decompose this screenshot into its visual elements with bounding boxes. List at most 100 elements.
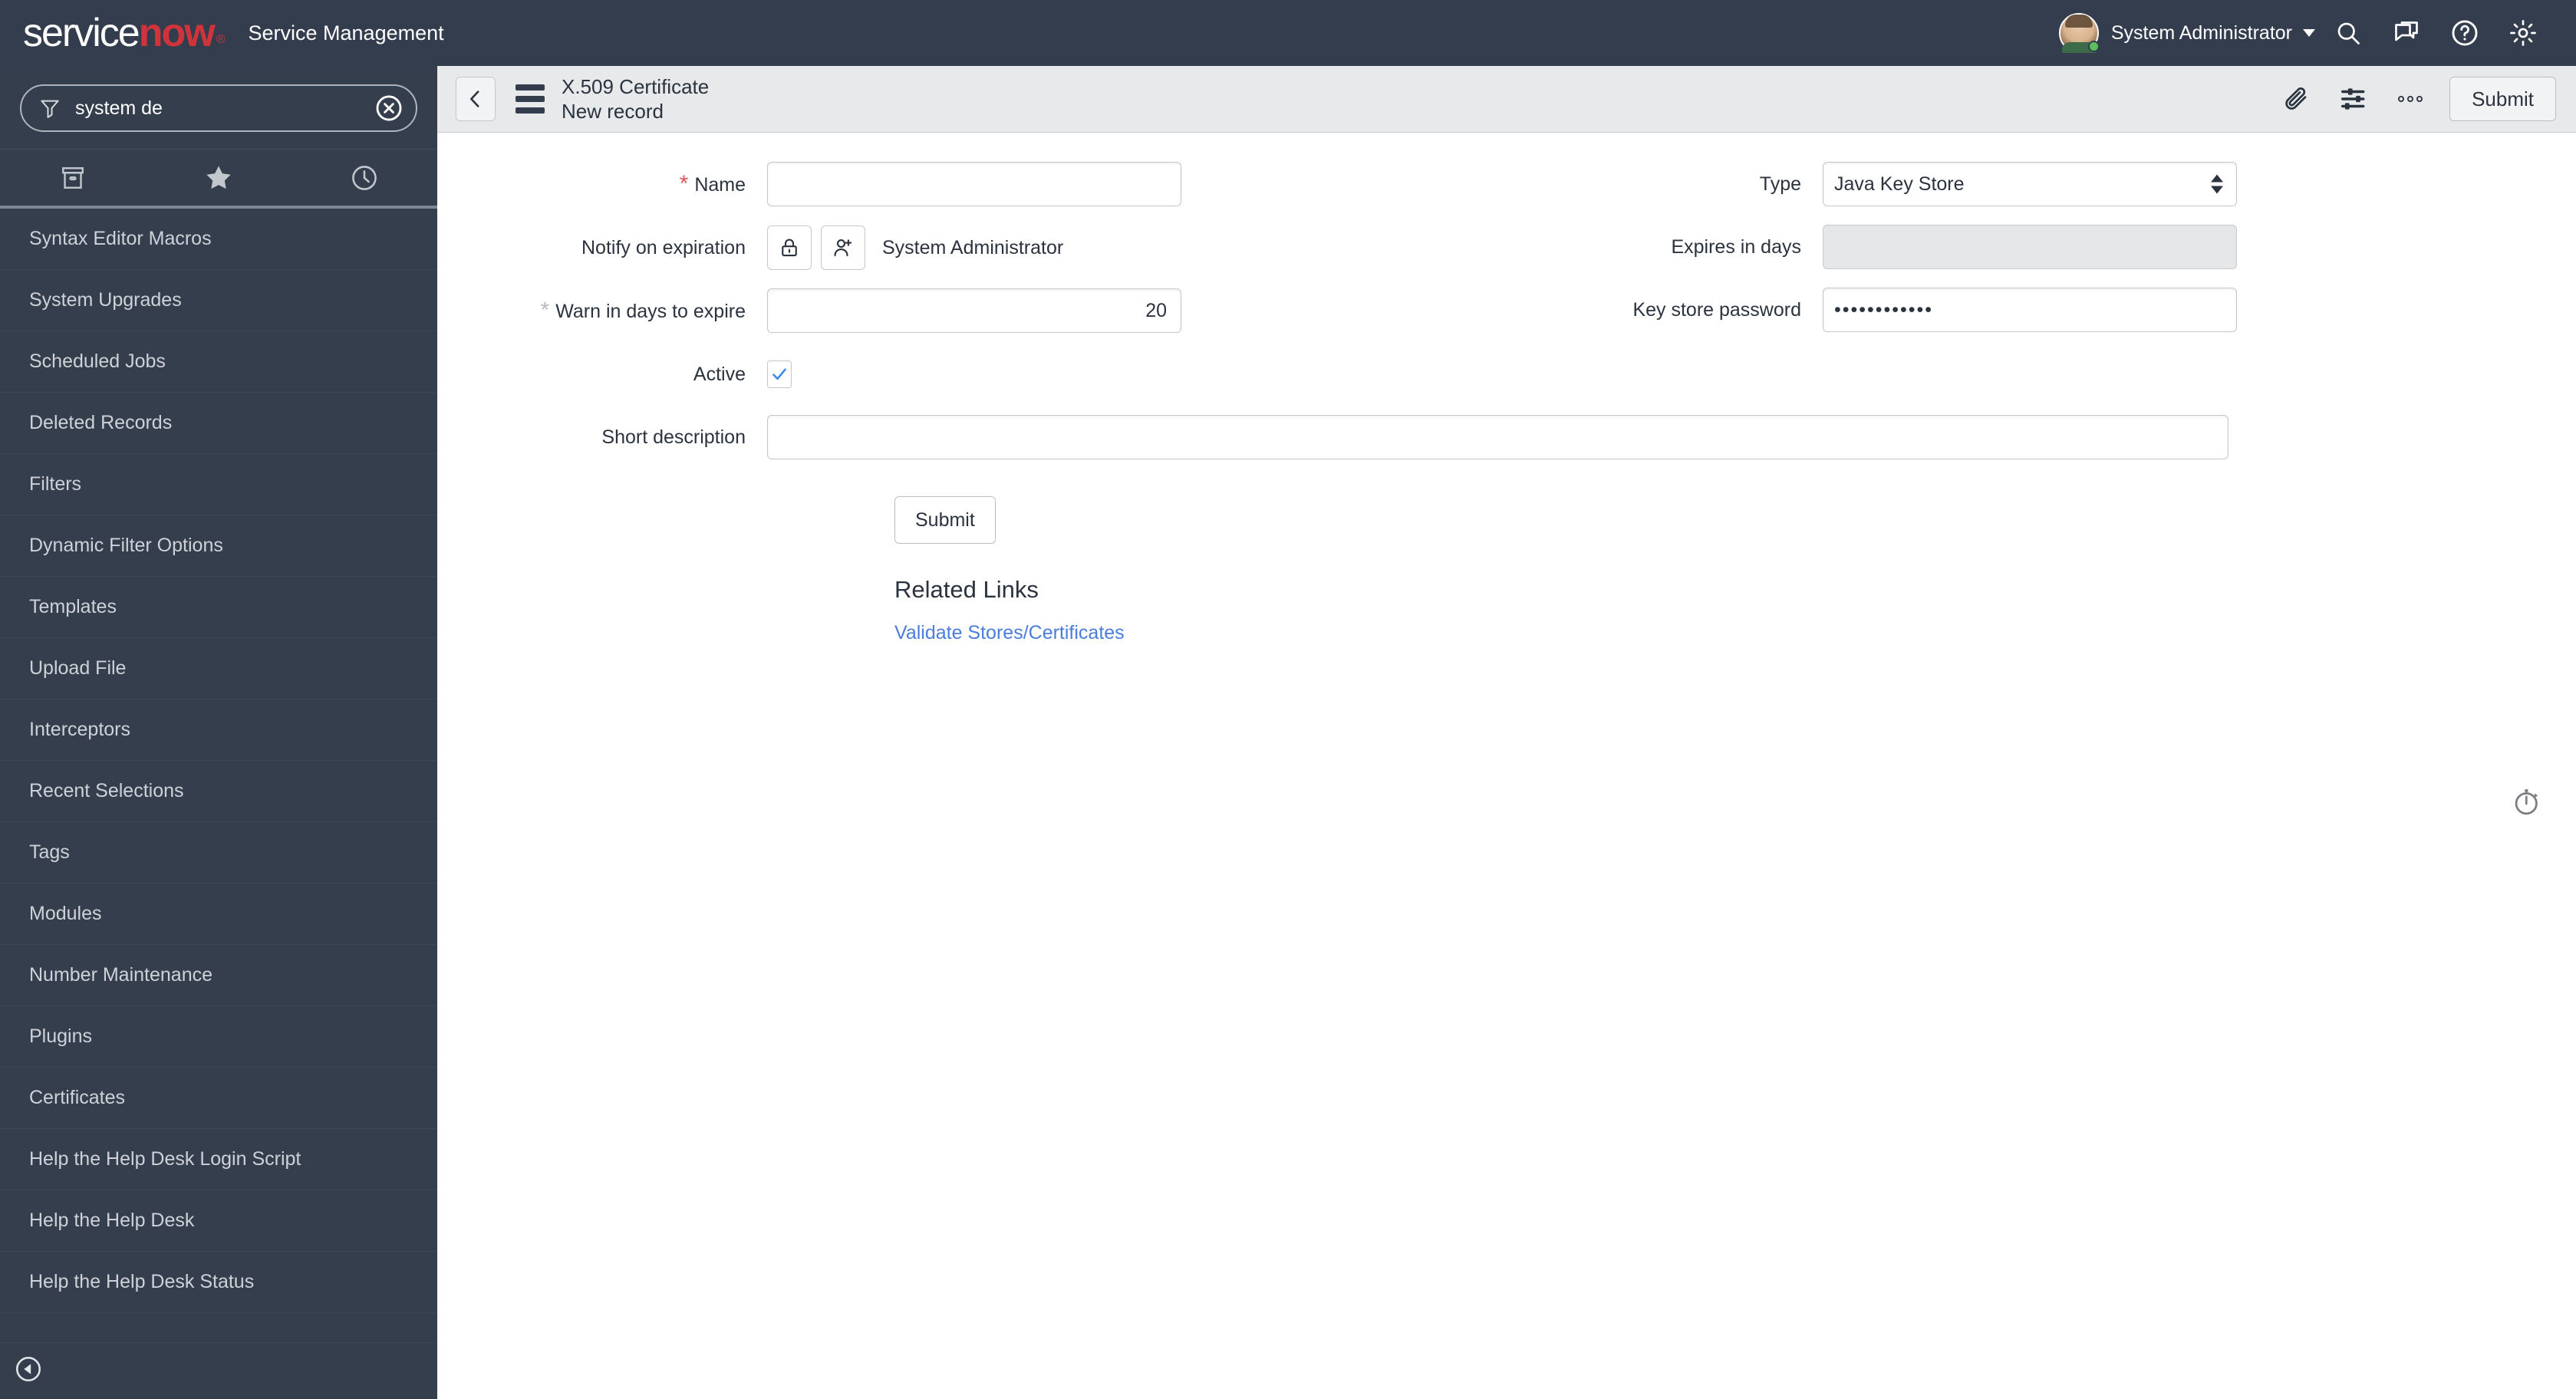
collapse-left-icon[interactable] [14, 1355, 43, 1387]
notify-reference-row: System Administrator [767, 225, 1493, 270]
field-label-type: Type [1759, 173, 1801, 195]
field-notify-on-expiration: Notify on expiration System Administrato… [437, 225, 1493, 270]
sidebar-item-system-upgrades[interactable]: System Upgrades [0, 270, 437, 331]
back-button[interactable] [456, 77, 496, 121]
sidebar-item-label: Help the Help Desk Status [29, 1271, 255, 1292]
sidebar-item-label: Interceptors [29, 719, 131, 740]
banner-actions: System Administrator [2058, 8, 2548, 58]
sidebar-item-modules[interactable]: Modules [0, 884, 437, 945]
field-name: * Name [437, 162, 1493, 207]
field-active: Active [437, 352, 1493, 397]
tab-all[interactable] [0, 150, 146, 206]
sidebar-item-number-maintenance[interactable]: Number Maintenance [0, 945, 437, 1006]
avatar[interactable] [2058, 13, 2100, 53]
sidebar-item-tags[interactable]: Tags [0, 822, 437, 884]
stopwatch-icon[interactable] [2510, 785, 2544, 822]
clear-icon[interactable] [374, 94, 404, 123]
sidebar-item-label: System Upgrades [29, 289, 182, 311]
sidebar-item-certificates[interactable]: Certificates [0, 1068, 437, 1129]
tab-favorites[interactable] [146, 150, 292, 206]
field-expires-in-days: Expires in days [1493, 225, 2548, 269]
page-title: X.509 Certificate New record [562, 74, 709, 123]
sidebar-item-label: Dynamic Filter Options [29, 535, 223, 556]
conversations-icon[interactable] [2381, 8, 2432, 58]
related-link-validate-stores-certificates[interactable]: Validate Stores/Certificates [894, 622, 1125, 644]
type-select[interactable]: Java Key StoreTrust Store CertPEM X509 C… [1823, 162, 2237, 206]
field-key-store-password: Key store password [1493, 288, 2548, 332]
sidebar-item-upload-file[interactable]: Upload File [0, 638, 437, 700]
sidebar-item-interceptors[interactable]: Interceptors [0, 700, 437, 761]
servicenow-logo[interactable]: service now ® [23, 11, 225, 55]
filter-navigator: system de [0, 66, 437, 149]
active-checkbox[interactable] [767, 360, 792, 388]
field-type: Type Java Key StoreTrust Store CertPEM X… [1493, 162, 2548, 206]
key-store-password-input[interactable] [1823, 288, 2237, 332]
help-icon[interactable] [2439, 8, 2490, 58]
search-input[interactable]: system de [20, 84, 417, 132]
sidebar-item-label: Tags [29, 841, 70, 863]
sidebar-item-label: Help the Help Desk [29, 1210, 195, 1231]
optional-asterisk-icon: * [540, 298, 550, 323]
sidebar-item-label: Help the Help Desk Login Script [29, 1148, 301, 1170]
field-warn-in-days-to-expire: * Warn in days to expire [437, 288, 1493, 334]
navigation-sidebar: system de Syntax Editor Macros System Up… [0, 66, 437, 1399]
sidebar-item-recent-selections[interactable]: Recent Selections [0, 761, 437, 822]
sidebar-item-label: Upload File [29, 657, 127, 679]
add-user-icon[interactable] [821, 225, 865, 270]
lock-icon[interactable] [767, 225, 812, 270]
sidebar-tabs [0, 149, 437, 209]
sidebar-item-plugins[interactable]: Plugins [0, 1006, 437, 1068]
form-column-left: * Name Notify on expiration System Admin… [437, 162, 2228, 478]
form-body: * Name Notify on expiration System Admin… [437, 133, 2576, 1399]
sidebar-item-label: Certificates [29, 1087, 126, 1108]
top-banner: service now ® Service Management System Ad… [0, 0, 2576, 66]
type-select-wrap: Java Key StoreTrust Store CertPEM X509 C… [1823, 162, 2237, 206]
sidebar-item-dynamic-filter-options[interactable]: Dynamic Filter Options [0, 515, 437, 577]
hamburger-menu-icon[interactable] [516, 84, 545, 114]
more-dots-icon[interactable] [2382, 75, 2439, 123]
submit-button-form[interactable]: Submit [894, 496, 996, 544]
field-short-description: Short description [437, 415, 2228, 459]
sidebar-item-label: Modules [29, 903, 102, 924]
online-status-indicator [2087, 41, 2100, 52]
field-label-expires-in-days: Expires in days [1671, 236, 1801, 258]
filter-funnel-icon [38, 97, 61, 120]
sidebar-item-label: Scheduled Jobs [29, 351, 166, 372]
form-grid: * Name Notify on expiration System Admin… [437, 162, 2576, 478]
main-content: X.509 Certificate New record Submit * Na… [437, 66, 2576, 1399]
sidebar-item-label: Plugins [29, 1025, 92, 1047]
sidebar-item-templates[interactable]: Templates [0, 577, 437, 638]
sidebar-item-help-the-help-desk[interactable]: Help the Help Desk [0, 1190, 437, 1252]
sidebar-item-help-the-help-desk-status[interactable]: Help the Help Desk Status [0, 1252, 437, 1313]
gear-icon[interactable] [2498, 8, 2548, 58]
chevron-down-icon[interactable] [2303, 29, 2315, 37]
submit-button-header[interactable]: Submit [2449, 77, 2556, 121]
sidebar-item-label: Number Maintenance [29, 964, 213, 986]
sidebar-item-help-the-help-desk-login-script[interactable]: Help the Help Desk Login Script [0, 1129, 437, 1190]
related-links-heading: Related Links [894, 576, 1039, 603]
sidebar-item-deleted-records[interactable]: Deleted Records [0, 393, 437, 454]
field-label-active: Active [693, 364, 746, 385]
name-input[interactable] [767, 162, 1181, 206]
mandatory-asterisk-icon: * [679, 171, 689, 196]
sidebar-item-scheduled-jobs[interactable]: Scheduled Jobs [0, 331, 437, 393]
search-input-value: system de [75, 97, 163, 119]
paperclip-icon[interactable] [2268, 75, 2325, 123]
record-type-title: X.509 Certificate [562, 74, 710, 98]
sidebar-item-label: Recent Selections [29, 780, 184, 802]
sidebar-nav-list: Syntax Editor Macros System Upgrades Sched… [0, 209, 437, 1342]
search-icon[interactable] [2323, 8, 2373, 58]
field-label-key-store-password: Key store password [1632, 299, 1801, 321]
warn-in-days-input[interactable] [767, 288, 1181, 333]
sliders-icon[interactable] [2325, 75, 2382, 123]
user-name[interactable]: System Administrator [2111, 22, 2292, 44]
sidebar-item-syntax-editor-macros[interactable]: Syntax Editor Macros [0, 209, 437, 270]
avatar-hair [2064, 15, 2093, 28]
sidebar-item-label: Syntax Editor Macros [29, 228, 212, 249]
field-label-notify-on-expiration: Notify on expiration [581, 237, 746, 258]
sidebar-item-filters[interactable]: Filters [0, 454, 437, 515]
servicenow-app: service now ® Service Management System Ad… [0, 0, 2576, 1399]
sidebar-item-label: Deleted Records [29, 412, 173, 433]
tab-history[interactable] [292, 150, 437, 206]
logo-service-text: service [23, 11, 140, 55]
